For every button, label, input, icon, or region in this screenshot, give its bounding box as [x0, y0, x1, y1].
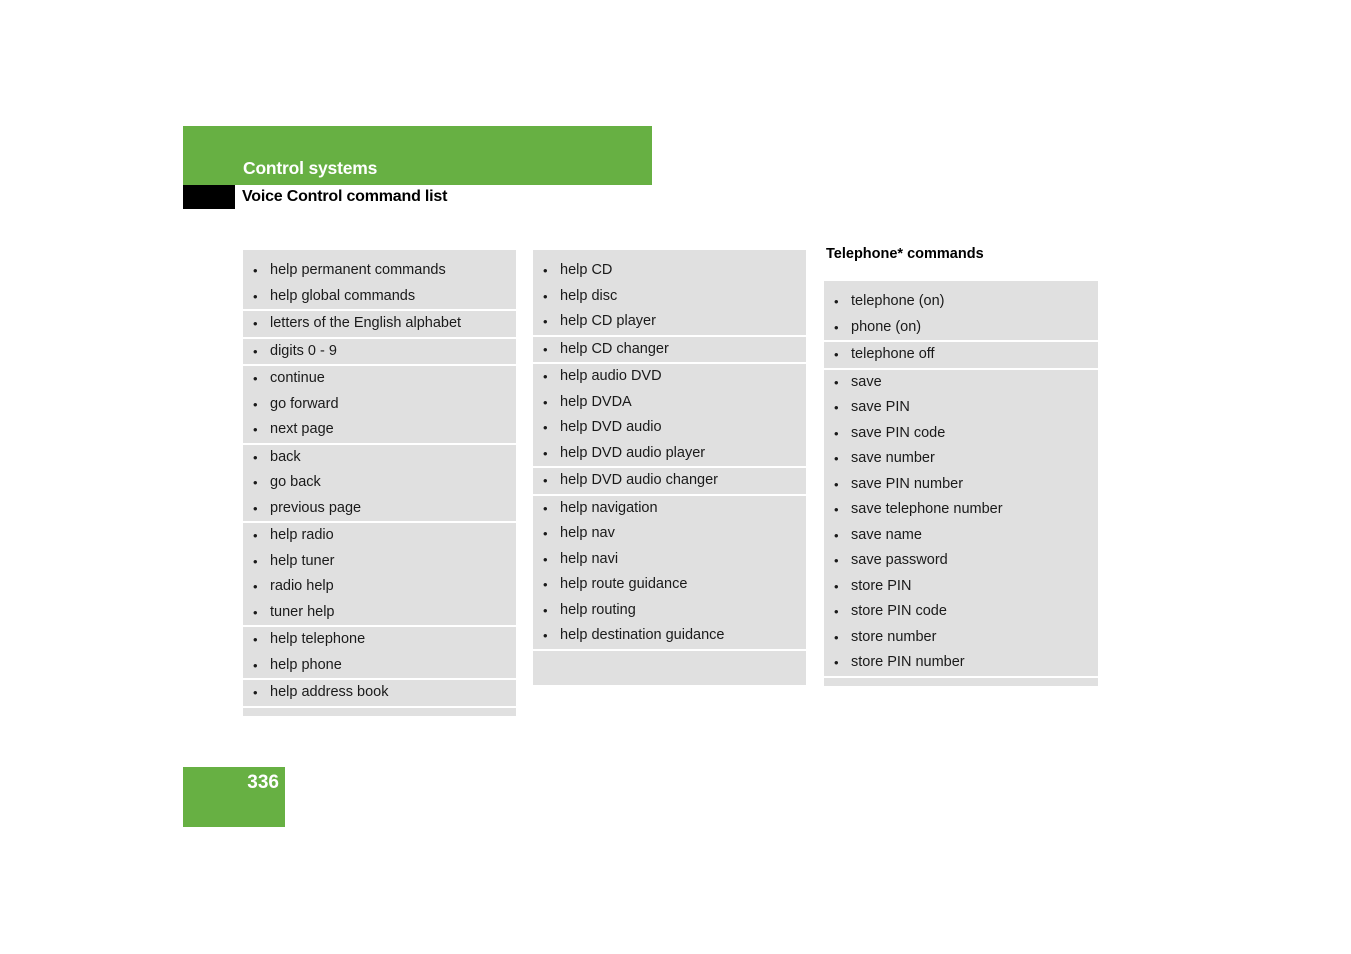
column-top-padding — [243, 250, 516, 258]
command-item: telephone off — [824, 342, 1098, 368]
command-item: help DVDA — [533, 390, 806, 416]
command-item: help routing — [533, 598, 806, 624]
command-item: help DVD audio changer — [533, 468, 806, 494]
command-group: help navigationhelp navhelp navihelp rou… — [533, 495, 806, 651]
command-list: help radiohelp tunerradio helptuner help — [243, 523, 516, 625]
command-item: help nav — [533, 521, 806, 547]
command-item: continue — [243, 366, 516, 392]
command-item: letters of the English alphabet — [243, 311, 516, 337]
command-item: next page — [243, 417, 516, 443]
command-item: help DVD audio player — [533, 441, 806, 467]
command-item: telephone (on) — [824, 289, 1098, 315]
command-list: letters of the English alphabet — [243, 311, 516, 337]
command-item: help telephone — [243, 627, 516, 653]
command-item: help tuner — [243, 549, 516, 575]
command-item: help phone — [243, 653, 516, 679]
command-item: store PIN number — [824, 650, 1098, 676]
command-list: telephone (on)phone (on) — [824, 289, 1098, 340]
command-group: telephone (on)phone (on) — [824, 289, 1098, 342]
command-group: help telephonehelp phone — [243, 627, 516, 680]
command-item: help CD player — [533, 309, 806, 335]
command-item: save number — [824, 446, 1098, 472]
command-item: help route guidance — [533, 572, 806, 598]
command-list: help CD changer — [533, 337, 806, 363]
column-bottom-padding — [824, 677, 1098, 686]
command-item: back — [243, 445, 516, 471]
command-list: savesave PINsave PIN codesave numbersave… — [824, 370, 1098, 676]
command-group: letters of the English alphabet — [243, 311, 516, 339]
command-list: backgo backprevious page — [243, 445, 516, 522]
command-item: help disc — [533, 284, 806, 310]
command-item: help DVD audio — [533, 415, 806, 441]
command-item: save — [824, 370, 1098, 396]
command-group: telephone off — [824, 342, 1098, 370]
command-item: go back — [243, 470, 516, 496]
command-item: save PIN number — [824, 472, 1098, 498]
command-column-3: telephone (on)phone (on)telephone offsav… — [824, 281, 1098, 686]
command-group: help CDhelp dischelp CD player — [533, 258, 806, 337]
column-bottom-padding — [243, 707, 516, 716]
command-group: backgo backprevious page — [243, 444, 516, 523]
command-list: digits 0 - 9 — [243, 339, 516, 365]
command-group: help audio DVDhelp DVDAhelp DVD audiohel… — [533, 364, 806, 468]
command-item: help address book — [243, 680, 516, 706]
command-item: help navi — [533, 547, 806, 573]
command-item: save telephone number — [824, 497, 1098, 523]
command-item: help CD changer — [533, 337, 806, 363]
command-group: help permanent commandshelp global comma… — [243, 258, 516, 311]
command-item: help navigation — [533, 496, 806, 522]
command-list: help telephonehelp phone — [243, 627, 516, 678]
command-item: save name — [824, 523, 1098, 549]
command-item: help CD — [533, 258, 806, 284]
command-item: help permanent commands — [243, 258, 516, 284]
column-bottom-padding — [533, 650, 806, 685]
command-item: radio help — [243, 574, 516, 600]
command-item: save password — [824, 548, 1098, 574]
command-column-1: help permanent commandshelp global comma… — [243, 250, 516, 716]
command-group: help CD changer — [533, 336, 806, 364]
command-item: help global commands — [243, 284, 516, 310]
command-group: savesave PINsave PIN codesave numbersave… — [824, 369, 1098, 678]
command-item: store number — [824, 625, 1098, 651]
command-group: help DVD audio changer — [533, 468, 806, 496]
command-list: help CDhelp dischelp CD player — [533, 258, 806, 335]
command-item: previous page — [243, 496, 516, 522]
column-top-padding — [824, 281, 1098, 289]
command-item: digits 0 - 9 — [243, 339, 516, 365]
command-item: save PIN — [824, 395, 1098, 421]
command-item: phone (on) — [824, 315, 1098, 341]
command-list: help address book — [243, 680, 516, 706]
column-3-heading: Telephone* commands — [826, 246, 984, 262]
command-group: continuego forwardnext page — [243, 366, 516, 445]
command-list: help DVD audio changer — [533, 468, 806, 494]
command-item: save PIN code — [824, 421, 1098, 447]
command-item: help audio DVD — [533, 364, 806, 390]
command-group: digits 0 - 9 — [243, 338, 516, 366]
command-group: help address book — [243, 680, 516, 708]
command-item: store PIN — [824, 574, 1098, 600]
column-top-padding — [533, 250, 806, 258]
page-footer-bar: 336 — [183, 767, 285, 827]
command-item: tuner help — [243, 600, 516, 626]
command-item: store PIN code — [824, 599, 1098, 625]
command-list: help navigationhelp navhelp navihelp rou… — [533, 496, 806, 649]
command-list: telephone off — [824, 342, 1098, 368]
command-list: continuego forwardnext page — [243, 366, 516, 443]
command-list: help permanent commandshelp global comma… — [243, 258, 516, 309]
command-column-2: help CDhelp dischelp CD playerhelp CD ch… — [533, 250, 806, 685]
page-number: 336 — [247, 772, 279, 793]
command-group: help radiohelp tunerradio helptuner help — [243, 523, 516, 627]
command-list: help audio DVDhelp DVDAhelp DVD audiohel… — [533, 364, 806, 466]
command-item: go forward — [243, 392, 516, 418]
command-item: help destination guidance — [533, 623, 806, 649]
command-item: help radio — [243, 523, 516, 549]
